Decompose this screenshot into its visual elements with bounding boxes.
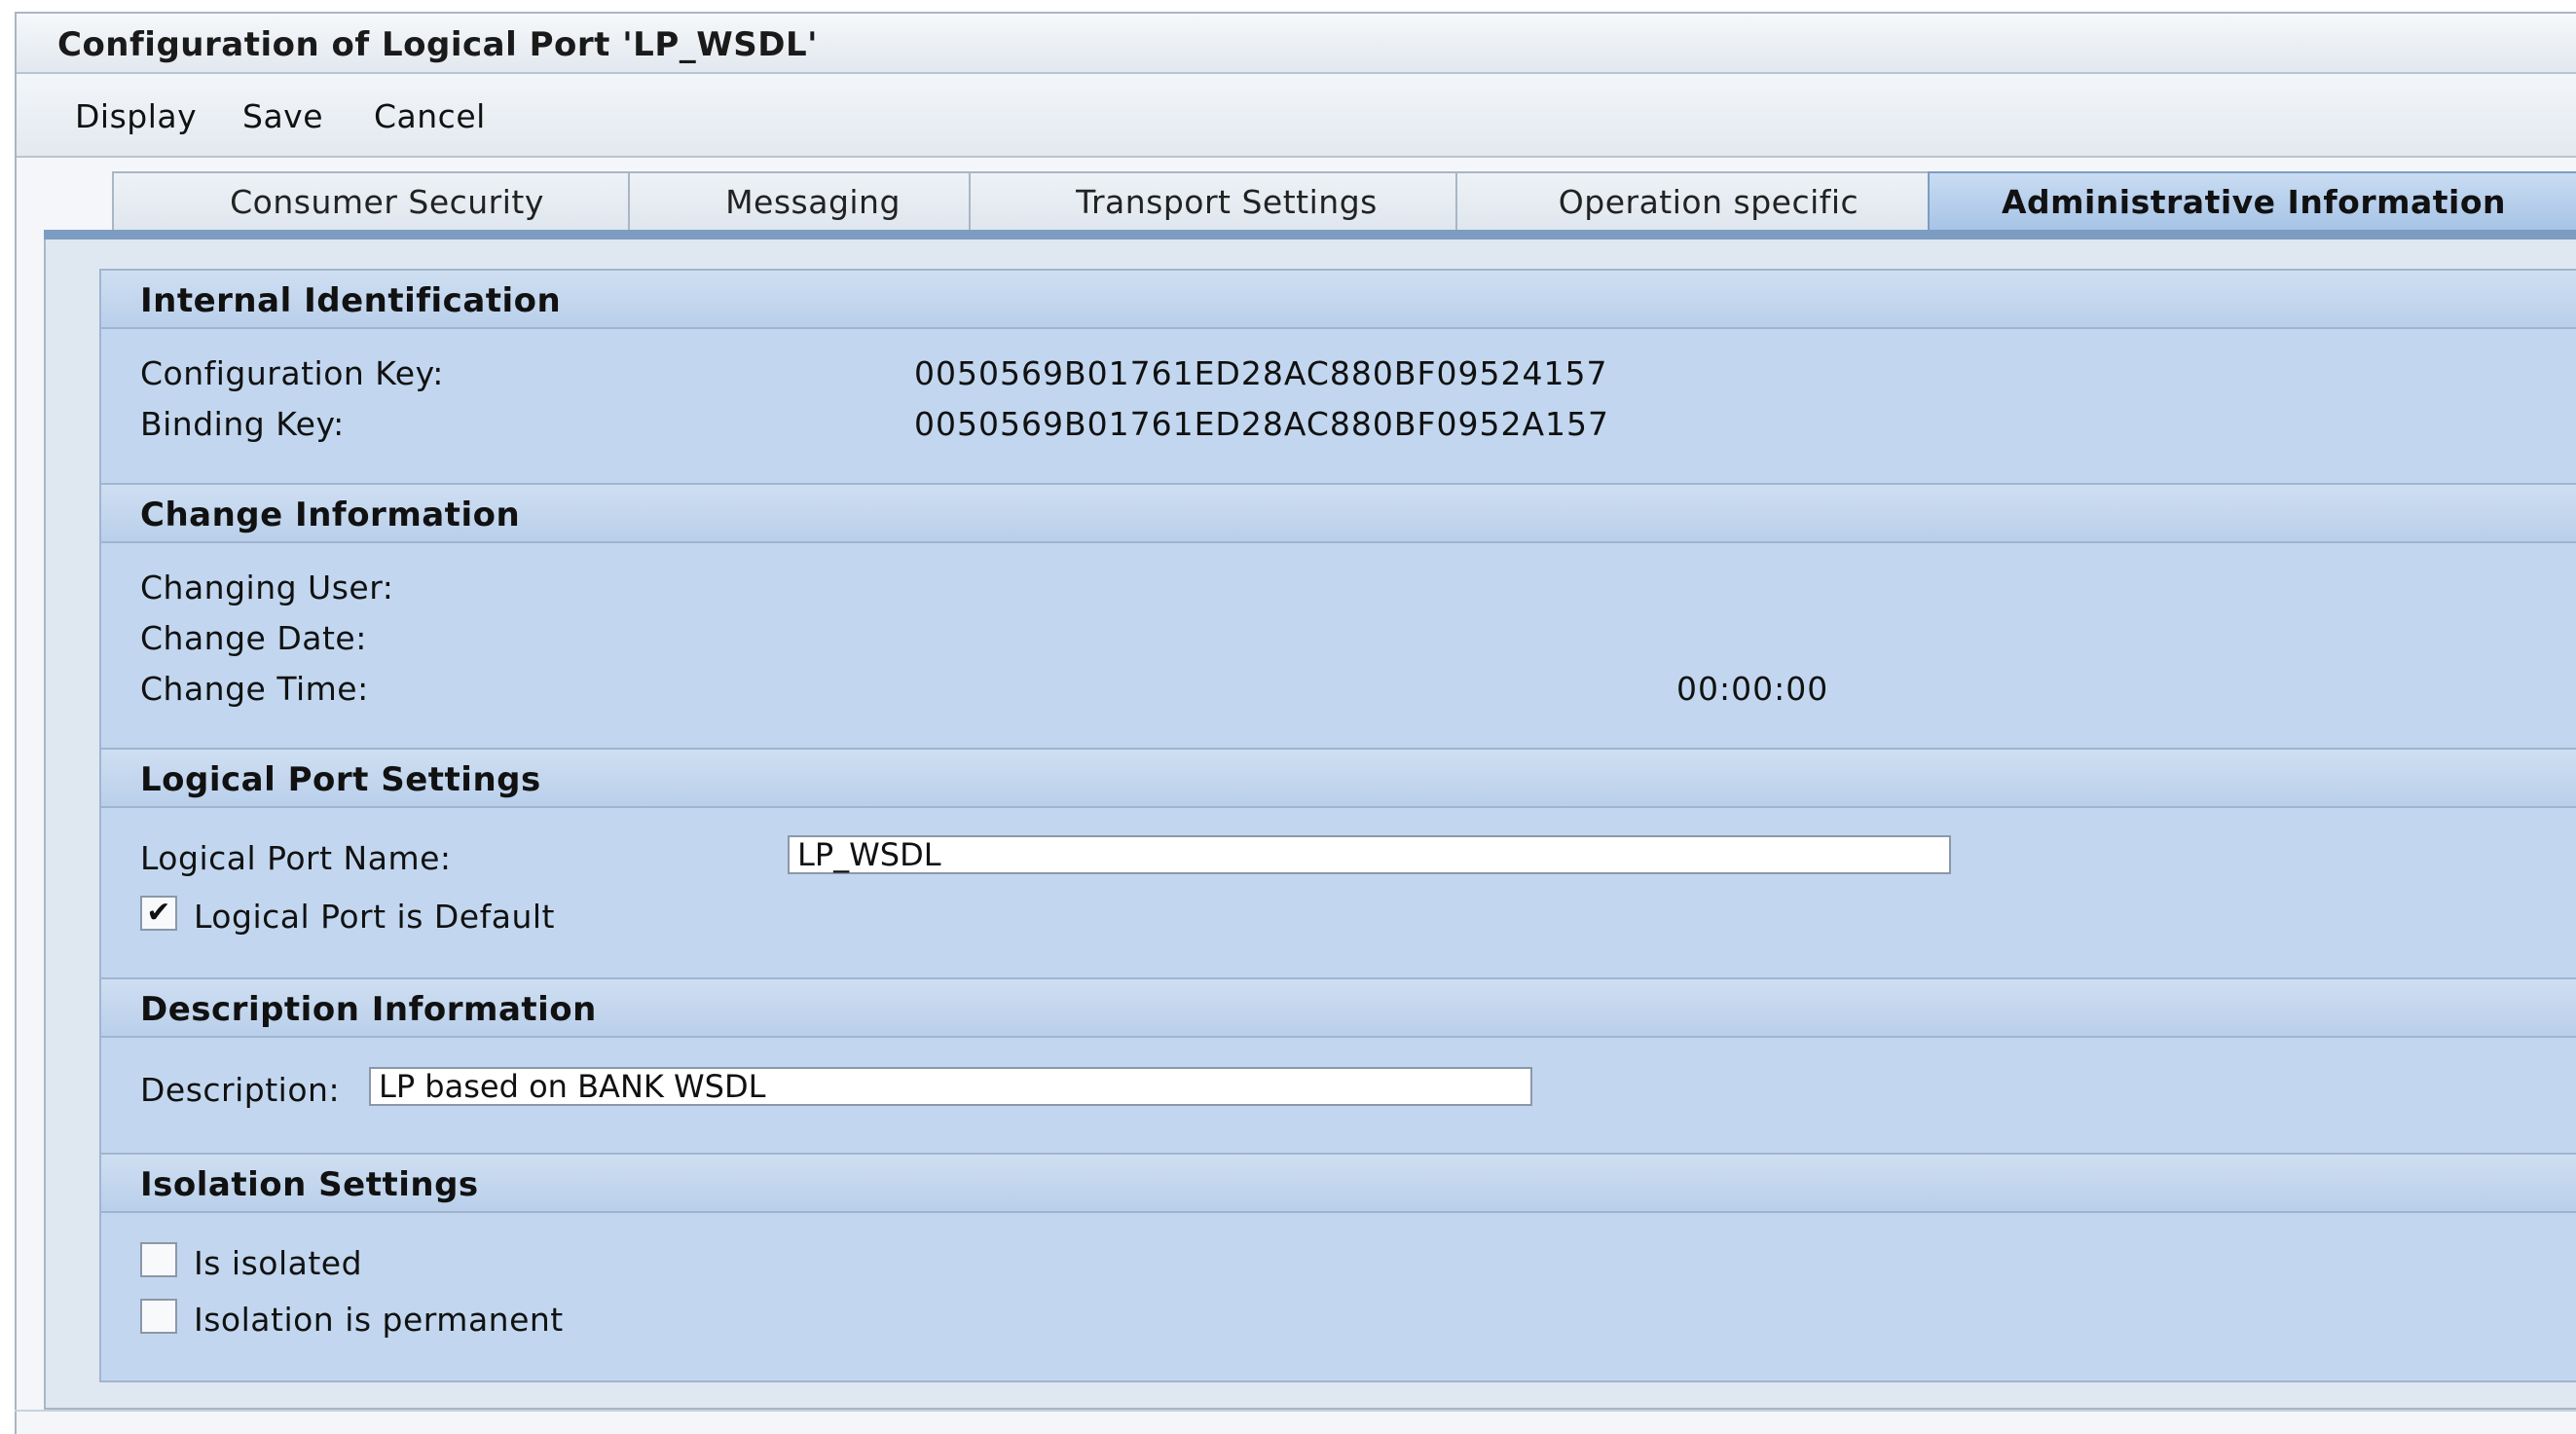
group-header: Isolation Settings bbox=[101, 1155, 2576, 1213]
group-header: Description Information bbox=[101, 979, 2576, 1038]
logical-port-default-label: Logical Port is Default bbox=[194, 898, 555, 936]
changing-user-label: Changing User: bbox=[140, 569, 394, 607]
window-title: Configuration of Logical Port 'LP_WSDL' bbox=[57, 25, 819, 64]
group-title: Internal Identification bbox=[140, 281, 562, 320]
description-label: Description: bbox=[140, 1071, 341, 1109]
group-title: Logical Port Settings bbox=[140, 760, 541, 799]
logical-port-default-checkbox[interactable]: ✔ bbox=[140, 896, 177, 931]
description-information-group: Description Information Description: LP … bbox=[99, 977, 2576, 1155]
binding-key-value: 0050569B01761ED28AC880BF0952A157 bbox=[914, 405, 1610, 443]
isolation-settings-group: Isolation Settings Is isolated Isolation… bbox=[99, 1153, 2576, 1382]
logical-port-name-label: Logical Port Name: bbox=[140, 839, 452, 877]
display-button[interactable]: Display bbox=[75, 97, 197, 135]
description-input[interactable]: LP based on BANK WSDL bbox=[369, 1067, 1532, 1106]
isolation-permanent-label: Isolation is permanent bbox=[194, 1301, 564, 1339]
change-date-label: Change Date: bbox=[140, 619, 367, 657]
save-button[interactable]: Save bbox=[242, 97, 323, 135]
internal-identification-group: Internal Identification Configuration Ke… bbox=[99, 269, 2576, 485]
tab-transport-settings[interactable]: Transport Settings bbox=[969, 171, 1485, 230]
is-isolated-checkbox[interactable] bbox=[140, 1242, 177, 1277]
group-title: Description Information bbox=[140, 990, 597, 1029]
group-title: Change Information bbox=[140, 496, 521, 534]
tab-consumer-security[interactable]: Consumer Security bbox=[112, 171, 662, 230]
change-time-value: 00:00:00 bbox=[1676, 670, 1829, 708]
group-title: Isolation Settings bbox=[140, 1165, 479, 1204]
group-header: Logical Port Settings bbox=[101, 750, 2576, 808]
configuration-key-value: 0050569B01761ED28AC880BF09524157 bbox=[914, 354, 1608, 392]
tab-content-panel: Internal Identification Configuration Ke… bbox=[44, 239, 2576, 1410]
logical-port-settings-group: Logical Port Settings Logical Port Name:… bbox=[99, 748, 2576, 979]
change-time-label: Change Time: bbox=[140, 670, 369, 708]
logical-port-name-input[interactable]: LP_WSDL bbox=[788, 835, 1951, 874]
tab-messaging[interactable]: Messaging bbox=[628, 171, 998, 230]
toolbar: Display Save Cancel bbox=[17, 74, 2576, 158]
tab-administrative-information[interactable]: Administrative Information bbox=[1928, 171, 2576, 230]
group-header: Internal Identification bbox=[101, 271, 2576, 329]
tab-operation-specific[interactable]: Operation specific bbox=[1455, 171, 1962, 230]
is-isolated-label: Is isolated bbox=[194, 1244, 363, 1282]
tab-strip: Consumer Security Messaging Transport Se… bbox=[44, 158, 2576, 234]
cancel-button[interactable]: Cancel bbox=[374, 97, 486, 135]
configuration-key-label: Configuration Key: bbox=[140, 354, 444, 392]
title-bar: Configuration of Logical Port 'LP_WSDL' bbox=[17, 14, 2576, 74]
group-header: Change Information bbox=[101, 485, 2576, 543]
tab-underline bbox=[44, 230, 2576, 239]
binding-key-label: Binding Key: bbox=[140, 405, 345, 443]
window-bottom-border bbox=[15, 1410, 2576, 1412]
isolation-permanent-checkbox[interactable] bbox=[140, 1299, 177, 1334]
change-information-group: Change Information Changing User: Change… bbox=[99, 483, 2576, 750]
